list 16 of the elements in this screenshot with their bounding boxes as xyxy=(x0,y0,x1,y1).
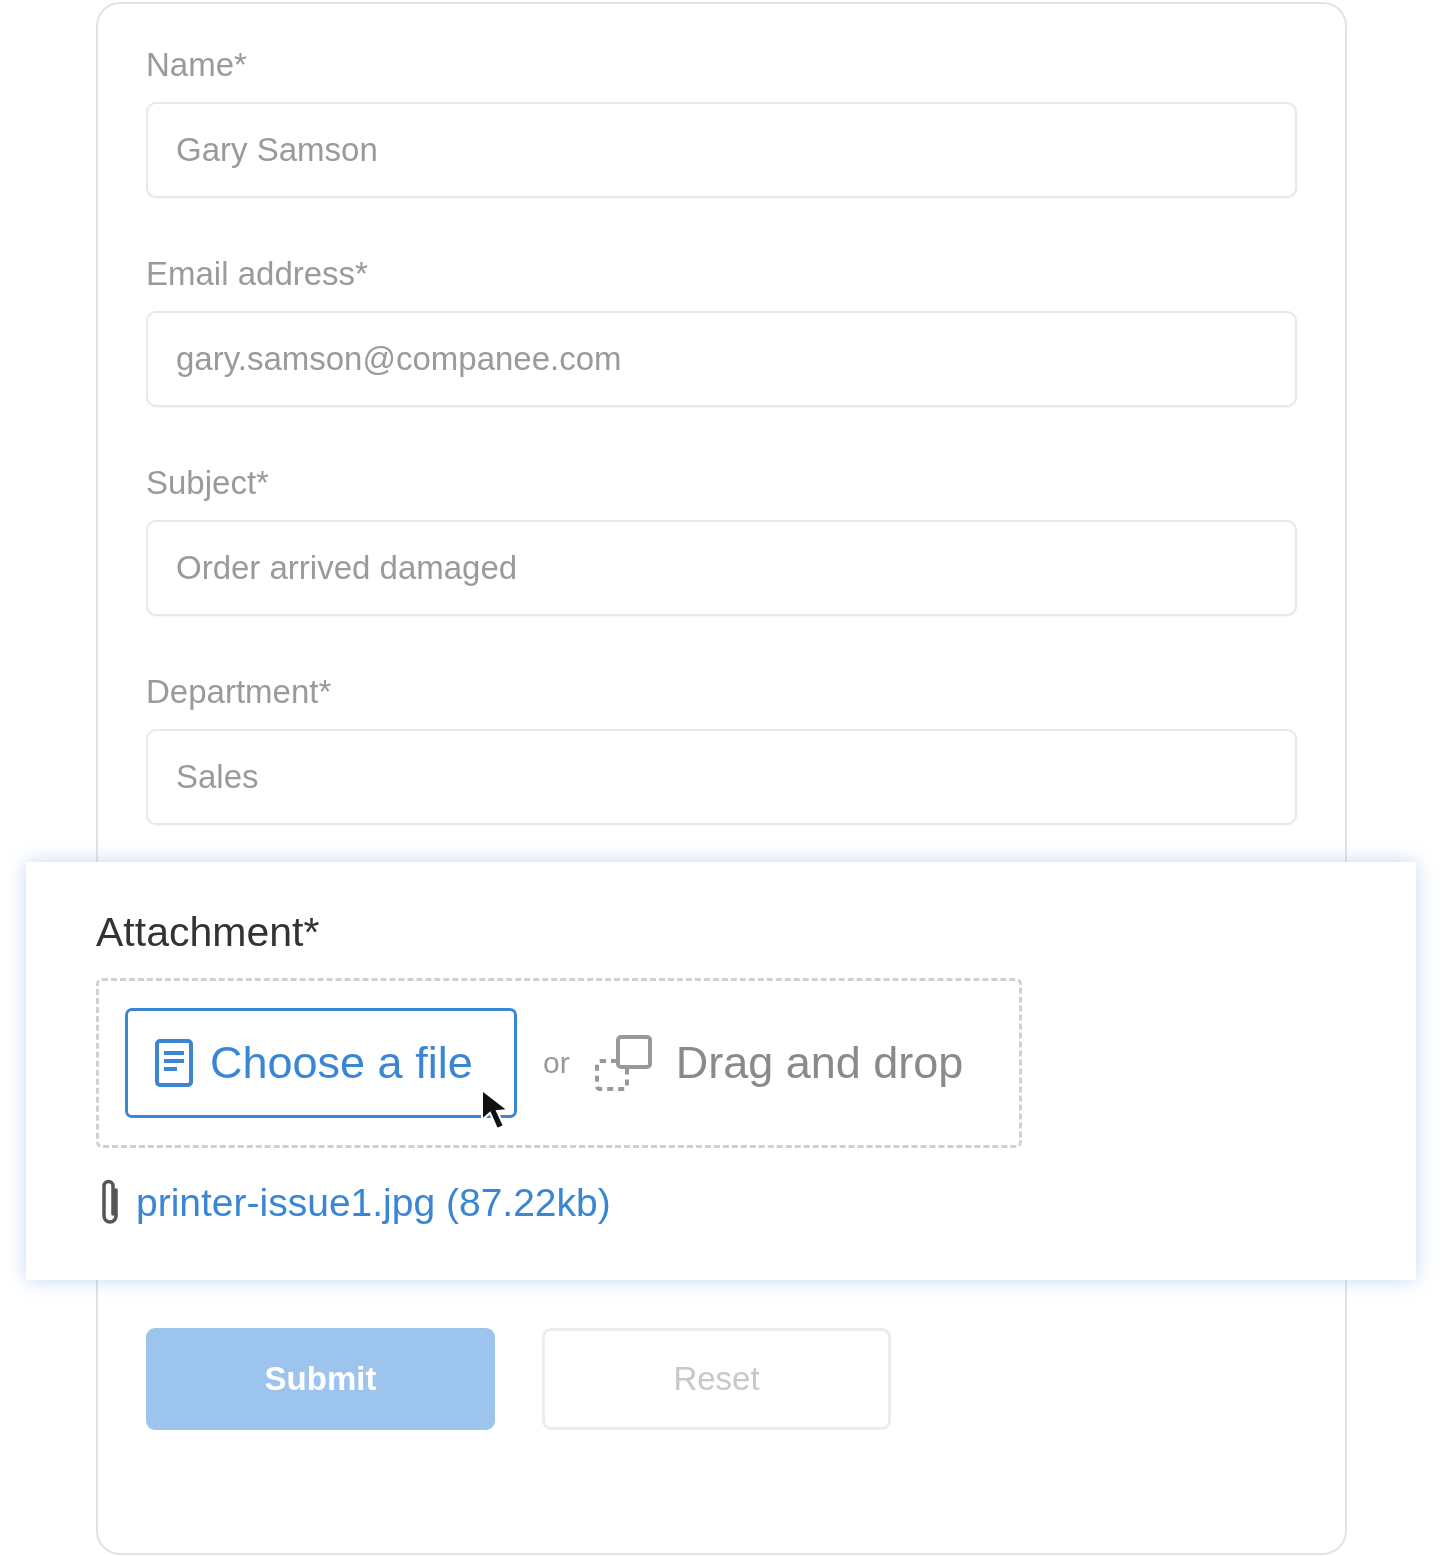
drag-and-drop-text: Drag and drop xyxy=(675,1037,964,1089)
or-text: or xyxy=(543,1046,570,1080)
input-field[interactable]: Sales xyxy=(146,729,1297,825)
drag-drop-icon xyxy=(593,1034,654,1092)
field-label: Email address* xyxy=(146,254,368,294)
drop-zone[interactable]: Choose a file or Drag and drop xyxy=(96,978,1022,1148)
file-link[interactable]: printer-issue1.jpg (87.22kb) xyxy=(136,1181,611,1225)
input-field[interactable]: Gary Samson xyxy=(146,102,1297,198)
field-label: Subject* xyxy=(146,463,269,503)
document-icon xyxy=(154,1038,194,1088)
field-label: Name* xyxy=(146,45,247,85)
choose-file-button[interactable]: Choose a file xyxy=(125,1008,517,1118)
attachment-label: Attachment* xyxy=(96,908,320,956)
input-field[interactable]: Order arrived damaged xyxy=(146,520,1297,616)
field-label: Department* xyxy=(146,672,332,712)
input-field[interactable]: gary.samson@companee.com xyxy=(146,311,1297,407)
